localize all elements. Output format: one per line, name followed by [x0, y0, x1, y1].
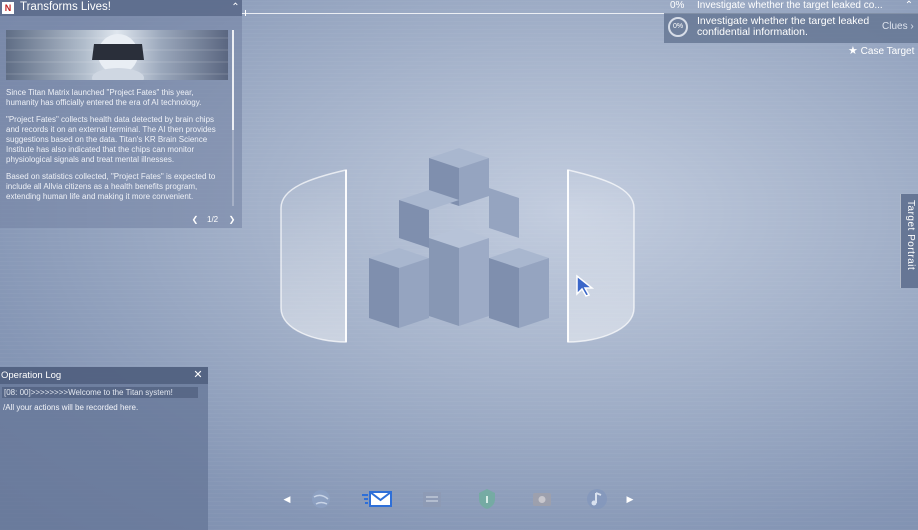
operation-log-title: Operation Log	[1, 370, 62, 381]
collapse-up-icon[interactable]: ⌃	[229, 1, 242, 14]
news-paragraph: Since Titan Matrix launched "Project Fat…	[6, 88, 202, 107]
news-scrollbar[interactable]	[232, 30, 234, 206]
case-target-label: Case Target	[860, 46, 915, 57]
news-title: Transforms Lives!	[20, 1, 111, 13]
log-entry: [08: 00]>>>>>>>>Welcome to the Titan sys…	[2, 387, 198, 398]
mission-top-percent: 0%	[670, 0, 685, 11]
dock-prev-icon[interactable]: ◀	[282, 492, 292, 506]
next-page-icon[interactable]: ❯	[227, 214, 237, 226]
log-entry: /All your actions will be recorded here.	[3, 403, 139, 412]
news-image	[6, 30, 228, 80]
titan-emblem	[280, 148, 635, 343]
mouse-cursor-icon	[576, 274, 595, 297]
clues-label: Clues	[882, 21, 908, 32]
news-logo: N	[2, 2, 14, 14]
news-paragraph: "Project Fates" collects health data det…	[6, 115, 216, 164]
target-portrait-tab[interactable]: Target Portrait	[900, 194, 918, 288]
star-icon: ★	[848, 45, 858, 57]
globe-icon[interactable]	[309, 487, 333, 511]
mission-top-text[interactable]: Investigate whether the target leaked co…	[697, 0, 897, 11]
chevron-right-icon: ›	[910, 21, 914, 32]
target-portrait-label: Target Portrait	[905, 200, 916, 271]
page-indicator: 1/2	[207, 215, 219, 224]
news-pager: ❮ 1/2 ❯	[190, 214, 240, 226]
operation-log-panel: Operation Log ✕ [08: 00]>>>>>>>>Welcome …	[0, 367, 208, 530]
camera-icon[interactable]	[530, 487, 554, 511]
dock-next-icon[interactable]: ▶	[625, 492, 635, 506]
shield-icon[interactable]	[475, 487, 499, 511]
news-paragraph: Based on statistics collected, "Project …	[6, 172, 216, 201]
task-progress-badge: 0%	[668, 17, 688, 37]
case-target-button[interactable]: ★ Case Target	[848, 45, 914, 58]
prev-page-icon[interactable]: ❮	[190, 214, 200, 226]
operation-log-header: Operation Log ✕	[0, 367, 208, 384]
news-body: Since Titan Matrix launched "Project Fat…	[6, 88, 228, 206]
news-header: N Transforms Lives! ⌃	[0, 0, 242, 16]
files-icon[interactable]	[420, 487, 444, 511]
top-divider-notch	[245, 10, 251, 16]
mail-icon[interactable]	[362, 487, 392, 511]
clues-link[interactable]: Clues ›	[882, 21, 914, 32]
task-text: Investigate whether the target leaked co…	[697, 15, 870, 38]
news-panel: N Transforms Lives! ⌃ Since Titan Matrix…	[0, 0, 242, 228]
music-icon[interactable]	[585, 487, 609, 511]
collapse-up-icon[interactable]: ⌃	[902, 0, 916, 11]
close-icon[interactable]: ✕	[192, 369, 204, 381]
